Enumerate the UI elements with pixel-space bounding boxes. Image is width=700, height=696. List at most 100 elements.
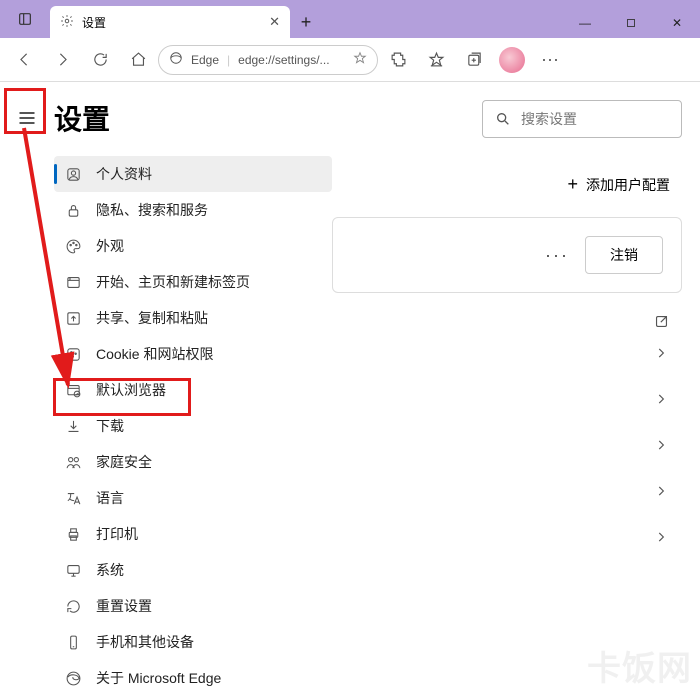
settings-nav: 个人资料 隐私、搜索和服务 外观 开始、主页和新建标签页 共享、复制和粘贴 Co… <box>0 156 332 696</box>
maximize-button[interactable] <box>608 8 654 38</box>
nav-label: 下载 <box>96 416 124 436</box>
nav-item-cookies[interactable]: Cookie 和网站权限 <box>54 336 332 372</box>
divider: | <box>227 53 230 67</box>
extensions-button[interactable] <box>380 42 416 78</box>
search-icon <box>495 111 511 127</box>
reset-icon <box>64 597 82 615</box>
address-bar[interactable]: Edge | edge://settings/... <box>158 45 378 75</box>
language-icon <box>64 489 82 507</box>
chevron-right-icon <box>654 438 668 452</box>
window-controls: — ✕ <box>562 8 700 38</box>
nav-label: 隐私、搜索和服务 <box>96 200 208 220</box>
watermark: 卡饭网 <box>587 641 692 690</box>
add-user-label: 添加用户配置 <box>586 175 670 195</box>
settings-sidebar: 设置 个人资料 隐私、搜索和服务 外观 开始、主页和新建标签页 共享、复制和粘贴 <box>0 82 332 696</box>
external-link-button[interactable] <box>332 313 670 330</box>
printer-icon <box>64 525 82 543</box>
nav-item-appearance[interactable]: 外观 <box>54 228 332 264</box>
tab-strip: 设置 ✕ + <box>0 0 322 38</box>
download-icon <box>64 417 82 435</box>
collections-button[interactable] <box>456 42 492 78</box>
nav-label: 重置设置 <box>96 596 152 616</box>
search-settings-input[interactable]: 搜索设置 <box>482 100 682 138</box>
settings-row[interactable] <box>332 422 682 468</box>
nav-label: 手机和其他设备 <box>96 632 194 652</box>
profile-card: ··· 注销 <box>332 217 682 293</box>
settings-row[interactable] <box>332 468 682 514</box>
nav-item-downloads[interactable]: 下载 <box>54 408 332 444</box>
nav-item-start[interactable]: 开始、主页和新建标签页 <box>54 264 332 300</box>
minimize-button[interactable]: — <box>562 8 608 38</box>
logout-button[interactable]: 注销 <box>585 236 663 274</box>
settings-row[interactable] <box>332 376 682 422</box>
favorite-star-icon[interactable] <box>353 51 367 68</box>
lock-icon <box>64 201 82 219</box>
url-text: edge://settings/... <box>238 53 329 67</box>
nav-item-printers[interactable]: 打印机 <box>54 516 332 552</box>
nav-item-default-browser[interactable]: 默认浏览器 <box>54 372 332 408</box>
settings-content: 设置 个人资料 隐私、搜索和服务 外观 开始、主页和新建标签页 共享、复制和粘贴 <box>0 82 700 696</box>
browser-tab[interactable]: 设置 ✕ <box>50 6 290 38</box>
nav-item-share[interactable]: 共享、复制和粘贴 <box>54 300 332 336</box>
nav-label: 个人资料 <box>96 164 152 184</box>
nav-item-system[interactable]: 系统 <box>54 552 332 588</box>
settings-main: 搜索设置 + 添加用户配置 ··· 注销 <box>332 82 700 696</box>
profile-avatar[interactable] <box>494 42 530 78</box>
settings-row[interactable] <box>332 514 682 560</box>
family-icon <box>64 453 82 471</box>
nav-label: Cookie 和网站权限 <box>96 344 213 364</box>
home-button[interactable] <box>120 42 156 78</box>
browser-toolbar: Edge | edge://settings/... ··· <box>0 38 700 82</box>
new-tab-button[interactable]: + <box>290 6 322 38</box>
cookie-icon <box>64 345 82 363</box>
nav-item-phone[interactable]: 手机和其他设备 <box>54 624 332 660</box>
forward-button[interactable] <box>44 42 80 78</box>
favorites-button[interactable] <box>418 42 454 78</box>
nav-label: 共享、复制和粘贴 <box>96 308 208 328</box>
nav-item-privacy[interactable]: 隐私、搜索和服务 <box>54 192 332 228</box>
menu-button[interactable]: ··· <box>532 42 568 78</box>
nav-label: 家庭安全 <box>96 452 152 472</box>
window-titlebar: 设置 ✕ + — ✕ <box>0 0 700 38</box>
page-title: 设置 <box>54 98 110 138</box>
nav-item-languages[interactable]: 语言 <box>54 480 332 516</box>
nav-label: 开始、主页和新建标签页 <box>96 272 250 292</box>
chevron-right-icon <box>654 346 668 360</box>
edge-logo-icon <box>169 51 183 68</box>
plus-icon: + <box>567 174 578 195</box>
back-button[interactable] <box>6 42 42 78</box>
system-icon <box>64 561 82 579</box>
phone-icon <box>64 633 82 651</box>
edge-icon <box>64 669 82 687</box>
refresh-button[interactable] <box>82 42 118 78</box>
nav-label: 语言 <box>96 488 124 508</box>
profile-icon <box>64 165 82 183</box>
chevron-right-icon <box>654 392 668 406</box>
edge-label: Edge <box>191 53 219 67</box>
share-icon <box>64 309 82 327</box>
more-options-button[interactable]: ··· <box>545 245 569 266</box>
settings-row[interactable] <box>332 330 682 376</box>
search-placeholder: 搜索设置 <box>521 109 577 129</box>
nav-label: 外观 <box>96 236 124 256</box>
tab-close-icon[interactable]: ✕ <box>269 14 280 30</box>
nav-item-about[interactable]: 关于 Microsoft Edge <box>54 660 332 696</box>
nav-label: 默认浏览器 <box>96 380 166 400</box>
hamburger-menu-button[interactable] <box>10 101 44 135</box>
nav-label: 系统 <box>96 560 124 580</box>
gear-icon <box>60 14 74 31</box>
window-icon <box>64 273 82 291</box>
chevron-right-icon <box>654 530 668 544</box>
nav-item-reset[interactable]: 重置设置 <box>54 588 332 624</box>
nav-label: 打印机 <box>96 524 138 544</box>
nav-item-profile[interactable]: 个人资料 <box>54 156 332 192</box>
tab-actions-button[interactable] <box>0 0 50 38</box>
browser-check-icon <box>64 381 82 399</box>
chevron-right-icon <box>654 484 668 498</box>
nav-item-family[interactable]: 家庭安全 <box>54 444 332 480</box>
add-user-profile-button[interactable]: + 添加用户配置 <box>332 174 670 195</box>
tab-title: 设置 <box>82 14 106 31</box>
palette-icon <box>64 237 82 255</box>
nav-label: 关于 Microsoft Edge <box>96 668 221 688</box>
close-window-button[interactable]: ✕ <box>654 8 700 38</box>
